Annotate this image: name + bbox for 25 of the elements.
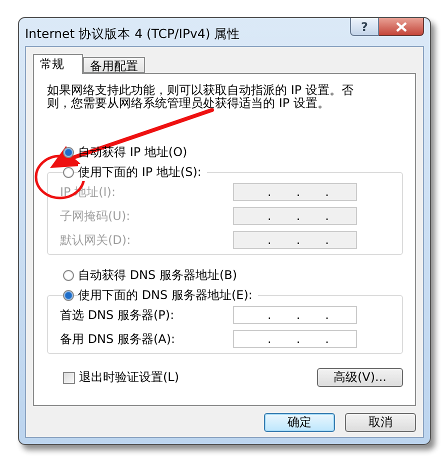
close-button[interactable] xyxy=(379,18,424,36)
ip-address-field[interactable]: . . . xyxy=(233,330,357,348)
tab[interactable]: 备用配置 xyxy=(83,57,145,73)
radio-button[interactable] xyxy=(63,146,74,158)
radio-button[interactable] xyxy=(63,166,74,178)
field-label: 备用 DNS 服务器(A): xyxy=(60,330,176,348)
field-label: 子网掩码(U): xyxy=(60,208,130,224)
checkbox[interactable] xyxy=(63,372,75,384)
close-icon xyxy=(396,22,406,32)
radio-button[interactable] xyxy=(63,290,74,300)
description-text: 如果网络支持此功能，则可以获取自动指派的 IP 设置。否则，您需要从网络系统管理员处获得适当的 IP 设置。 xyxy=(47,84,354,110)
radio-label[interactable]: 自动获得 DNS 服务器地址(B) xyxy=(78,266,238,284)
checkbox-label[interactable]: 退出时验证设置(L) xyxy=(79,369,180,386)
help-button[interactable]: ? xyxy=(350,18,379,36)
window-title: Internet 协议版本 4 (TCP/IPv4) 属性 xyxy=(25,26,240,43)
ip-address-field[interactable]: . . . xyxy=(233,306,357,324)
field-label: 默认网关(D): xyxy=(60,232,131,248)
tab[interactable]: 常规 xyxy=(33,54,83,74)
cancel-button[interactable]: 取消 xyxy=(345,413,416,432)
radio-button[interactable] xyxy=(63,270,74,280)
field-label: 首选 DNS 服务器(P): xyxy=(60,306,174,324)
advanced-button[interactable]: 高级(V)... xyxy=(317,368,403,387)
radio-label[interactable]: 使用下面的 IP 地址(S): xyxy=(78,164,208,180)
radio-label[interactable]: 使用下面的 DNS 服务器地址(E): xyxy=(78,286,258,304)
ok-button[interactable]: 确定 xyxy=(264,413,335,432)
